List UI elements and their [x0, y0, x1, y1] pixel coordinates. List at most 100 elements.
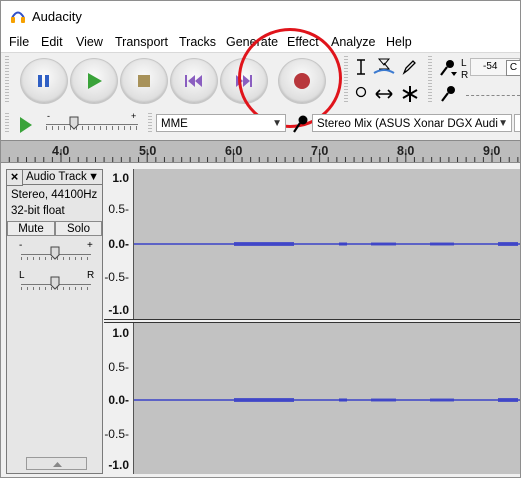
ruler-ticks [8, 149, 519, 162]
window-title: Audacity [32, 9, 82, 24]
pencil-icon [402, 60, 416, 75]
skip-to-start-icon [185, 75, 202, 87]
audacity-logo-icon [11, 11, 25, 23]
record-meter[interactable]: -54 C [470, 58, 520, 76]
gain-minus-label: - [19, 240, 23, 251]
menu-file[interactable]: File [9, 35, 29, 49]
meter-scale-label: -54 [483, 61, 498, 72]
track-name: Audio Track [26, 171, 87, 183]
vruler-label: -0.5- [104, 270, 129, 284]
gain-slider-thumb[interactable] [50, 246, 60, 260]
track-collapse-button[interactable] [26, 457, 87, 470]
record-button[interactable] [278, 58, 326, 104]
play-speed-slider-track [46, 124, 138, 125]
triangle-down-icon: ▼ [88, 171, 99, 183]
vruler-label: -1.0 [108, 458, 129, 472]
solo-button[interactable]: Solo [55, 221, 102, 236]
track-control-panel: × Audio Track ▼ Stereo, 44100Hz 32-bit f… [6, 169, 103, 474]
meter-toolbar-grip[interactable] [428, 56, 432, 104]
vruler-label: -1.0 [108, 303, 129, 317]
record-icon [294, 73, 310, 89]
meter-label-right: R [461, 70, 469, 81]
draw-tool[interactable] [398, 56, 420, 78]
menu-generate[interactable]: Generate [226, 35, 278, 49]
host-select[interactable]: MME ▼ [156, 114, 286, 132]
play-icon [88, 73, 102, 89]
skip-to-start-button[interactable] [170, 58, 218, 104]
asterisk-icon [402, 86, 418, 102]
vruler-label: 0.0- [108, 393, 129, 407]
skip-to-end-button[interactable] [220, 58, 268, 104]
tools-toolbar-grip[interactable] [344, 56, 348, 104]
menu-view[interactable]: View [76, 35, 103, 49]
double-arrow-icon [375, 89, 393, 99]
meter-label-left: L [461, 58, 467, 69]
pause-button[interactable] [20, 58, 68, 104]
track-info-bitdepth: 32-bit float [11, 205, 65, 217]
menu-transport[interactable]: Transport [115, 35, 168, 49]
waveform-ch1-svg [134, 242, 520, 246]
menu-analyze[interactable]: Analyze [331, 35, 375, 49]
vruler-label: 0.0- [108, 237, 129, 251]
envelope-tool[interactable] [373, 56, 395, 78]
vruler-label: -0.5- [104, 427, 129, 441]
ruler-label: 9.0 [483, 144, 501, 158]
time-shift-tool[interactable] [373, 83, 395, 105]
chevron-up-icon [53, 462, 62, 467]
playback-meter[interactable] [461, 85, 520, 103]
menu-tracks[interactable]: Tracks [179, 35, 216, 49]
recording-device-value: Stereo Mix (ASUS Xonar DGX Audi [317, 118, 498, 130]
menu-bar: File Edit View Transport Tracks Generate… [1, 32, 520, 52]
pan-left-label: L [19, 270, 25, 281]
microphone-icon [441, 86, 455, 102]
skip-to-end-icon [236, 75, 252, 87]
track-close-button[interactable]: × [7, 170, 23, 186]
zoom-icon [355, 86, 367, 98]
vertical-ruler-ch1: 1.0 0.5- 0.0- -0.5- -1.0 [104, 169, 134, 319]
vruler-label: 1.0 [112, 171, 129, 185]
zoom-tool[interactable] [350, 82, 372, 104]
meter-partial-button[interactable]: C [506, 60, 520, 76]
menu-help[interactable]: Help [386, 35, 412, 49]
record-meter-button[interactable] [437, 57, 459, 79]
track-info-format: Stereo, 44100Hz [11, 189, 98, 201]
gain-plus-label: + [87, 240, 93, 251]
vertical-ruler-ch2: 1.0 0.5- 0.0- -0.5- -1.0 [104, 323, 134, 474]
recording-device-select[interactable]: Stereo Mix (ASUS Xonar DGX Audi ▼ [312, 114, 512, 132]
device-toolbar-grip[interactable] [148, 113, 152, 134]
microphone-icon [440, 60, 457, 76]
mute-button[interactable]: Mute [7, 221, 55, 236]
pan-slider-thumb[interactable] [50, 276, 60, 290]
stop-button[interactable] [120, 58, 168, 104]
menu-effect[interactable]: Effect [287, 35, 319, 49]
multi-tool[interactable] [399, 83, 421, 105]
ruler-label: 5.0 [139, 144, 157, 158]
track-name-menu[interactable]: Audio Track ▼ [23, 170, 102, 185]
waveform-channel-2[interactable] [134, 323, 520, 474]
ruler-label: 8.0 [397, 144, 415, 158]
ruler-label: 6.0 [225, 144, 243, 158]
waveform-channel-1[interactable] [134, 169, 520, 319]
play-button[interactable] [70, 58, 118, 104]
vruler-label: 0.5- [108, 202, 129, 216]
timeline-ruler[interactable]: 4.0 5.0 6.0 7.0 8.0 9.0 [1, 140, 520, 163]
play-speed-slider-thumb[interactable] [69, 116, 79, 130]
i-beam-icon [357, 59, 365, 75]
playback-meter-button[interactable] [438, 83, 460, 105]
audacity-window: Audacity File Edit View Transport Tracks… [0, 0, 521, 478]
menu-edit[interactable]: Edit [41, 35, 63, 49]
selection-tool[interactable] [350, 56, 372, 78]
envelope-icon [373, 58, 395, 74]
pan-right-label: R [87, 270, 95, 281]
pause-icon [38, 75, 49, 87]
transport-toolbar-grip[interactable] [5, 56, 9, 104]
mixer-toolbar-grip[interactable] [5, 113, 9, 134]
chevron-down-icon: ▼ [272, 118, 282, 129]
host-select-value: MME [161, 118, 188, 130]
channels-select[interactable] [514, 114, 520, 132]
play-at-speed-icon[interactable] [14, 115, 36, 135]
microphone-icon [293, 115, 308, 133]
chevron-down-icon: ▼ [498, 118, 508, 129]
title-bar: Audacity [1, 1, 520, 32]
vruler-label: 0.5- [108, 360, 129, 374]
